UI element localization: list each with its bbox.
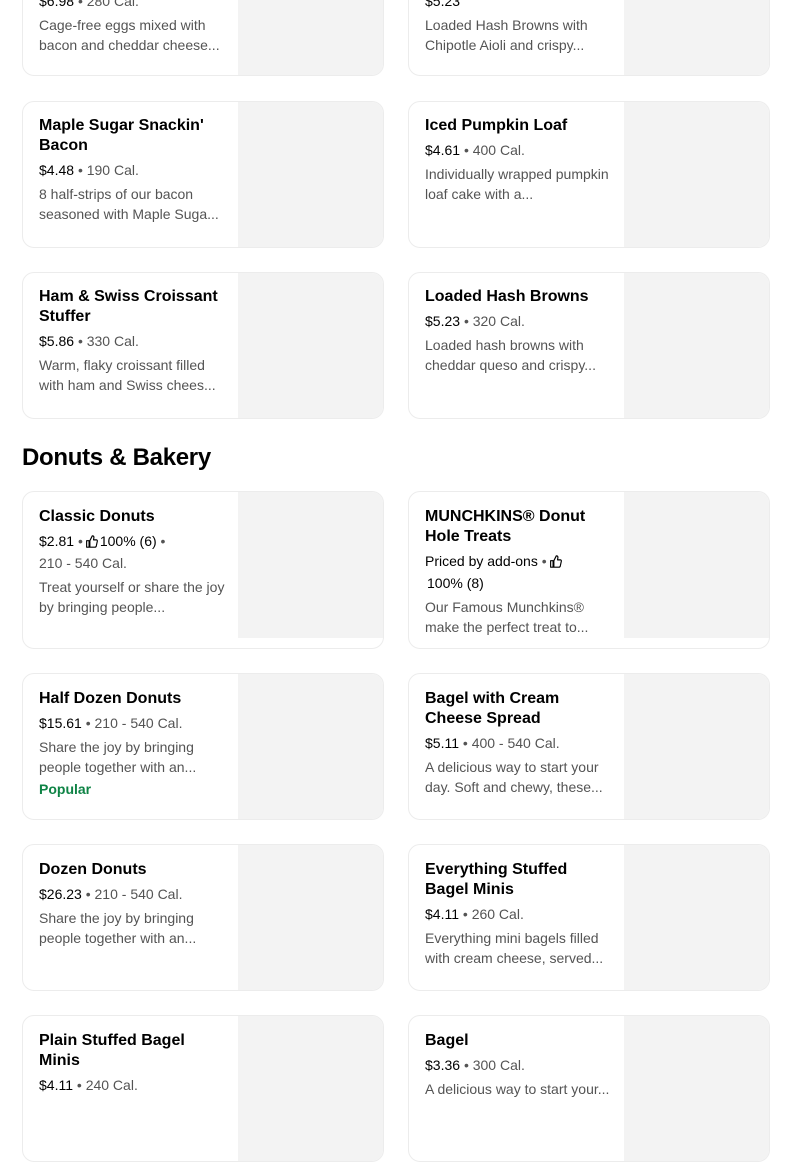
- item-calories: 210 - 540 Cal.: [94, 715, 183, 731]
- item-price: $5.23: [425, 0, 461, 9]
- item-name: Plain Stuffed Bagel Minis: [39, 1032, 185, 1069]
- item-calories: 210 - 540 Cal.: [94, 886, 183, 902]
- item-calories: 400 - 540 Cal.: [471, 735, 560, 751]
- menu-item-card[interactable]: Dozen Donuts $26.23 • 210 - 540 Cal. Sha…: [22, 844, 384, 991]
- item-meta: $3.36 • 300 Cal.: [425, 1057, 525, 1073]
- item-calories: 300 Cal.: [472, 1057, 525, 1073]
- item-image: [624, 845, 769, 990]
- item-description: Share the joy by bringing people togethe…: [39, 910, 197, 946]
- item-meta: $5.11 • 400 - 540 Cal.: [425, 735, 560, 751]
- item-rating: 100% (6): [99, 533, 157, 549]
- item-image: [624, 0, 769, 75]
- item-meta: $4.61 • 400 Cal.: [425, 142, 525, 158]
- item-name: Everything Stuffed Bagel Minis: [425, 861, 568, 898]
- item-image: [624, 492, 769, 638]
- item-price: $3.36: [425, 1057, 461, 1073]
- item-meta: $26.23 • 210 - 540 Cal.: [39, 886, 183, 902]
- item-name: Dozen Donuts: [39, 861, 147, 878]
- item-image: [624, 674, 769, 819]
- section-title: Donuts & Bakery: [22, 444, 211, 471]
- item-description: A delicious way to start your day. Soft …: [425, 759, 603, 795]
- item-description: Everything mini bagels filled with cream…: [425, 930, 604, 966]
- menu-item-card[interactable]: $5.23 Loaded Hash Browns with Chipotle A…: [408, 0, 770, 76]
- item-image: [624, 273, 769, 418]
- item-calories: 280 Cal.: [86, 0, 139, 9]
- menu-item-card[interactable]: Maple Sugar Snackin' Bacon $4.48 • 190 C…: [22, 101, 384, 248]
- item-price: $26.23: [39, 886, 82, 902]
- item-price: Priced by add-ons: [425, 553, 538, 569]
- item-name: Bagel with Cream Cheese Spread: [425, 690, 560, 727]
- item-description: A delicious way to start your...: [425, 1081, 610, 1097]
- item-image: [238, 492, 383, 638]
- item-price: $15.61: [39, 715, 82, 731]
- item-calories: 320 Cal.: [472, 313, 525, 329]
- item-calories: 260 Cal.: [471, 906, 524, 922]
- item-name: Ham & Swiss Croissant Stuffer: [39, 288, 218, 325]
- item-calories: 210 - 540 Cal.: [39, 555, 127, 571]
- item-price: $6.98: [39, 0, 75, 9]
- item-meta: Priced by add-ons • 100% (8): [425, 551, 611, 593]
- item-meta: $5.23: [425, 0, 611, 11]
- item-image: [238, 102, 383, 247]
- menu-item-card[interactable]: Half Dozen Donuts $15.61 • 210 - 540 Cal…: [22, 673, 384, 820]
- item-calories: 240 Cal.: [85, 1077, 138, 1093]
- menu-item-card[interactable]: Loaded Hash Browns $5.23 • 320 Cal. Load…: [408, 272, 770, 419]
- item-calories: 330 Cal.: [86, 333, 139, 349]
- item-price: $4.61: [425, 142, 461, 158]
- item-price: $4.48: [39, 162, 75, 178]
- item-meta: $6.98 • 280 Cal.: [39, 0, 225, 11]
- item-description: Share the joy by bringing people togethe…: [39, 739, 197, 775]
- item-price: $5.23: [425, 313, 461, 329]
- item-price: $5.86: [39, 333, 75, 349]
- item-image: [238, 674, 383, 819]
- menu-item-card[interactable]: Bagel with Cream Cheese Spread $5.11 • 4…: [408, 673, 770, 820]
- item-rating: 100% (8): [427, 575, 484, 591]
- item-description: Loaded Hash Browns with Chipotle Aioli a…: [425, 17, 588, 53]
- item-description: Loaded hash browns with cheddar queso an…: [425, 337, 596, 373]
- item-meta: $4.48 • 190 Cal.: [39, 162, 139, 178]
- item-meta: $5.23 • 320 Cal.: [425, 313, 525, 329]
- item-name: Iced Pumpkin Loaf: [425, 117, 568, 134]
- item-meta: $5.86 • 330 Cal.: [39, 333, 139, 349]
- item-image: [238, 273, 383, 418]
- item-image: [238, 1016, 383, 1161]
- item-price: $2.81: [39, 533, 75, 549]
- menu-item-card[interactable]: $6.98 • 280 Cal. Cage-free eggs mixed wi…: [22, 0, 384, 76]
- item-meta: $2.81 • 100% (6) • 210 - 540 Cal.: [39, 533, 166, 571]
- item-description: Cage-free eggs mixed with bacon and ched…: [39, 17, 220, 53]
- item-image: [624, 102, 769, 247]
- thumbs-up-icon: [549, 553, 562, 573]
- item-name: Loaded Hash Browns: [425, 288, 589, 305]
- item-calories: 190 Cal.: [86, 162, 139, 178]
- item-meta: $4.11 • 260 Cal.: [425, 906, 524, 922]
- item-name: Maple Sugar Snackin' Bacon: [39, 117, 204, 154]
- menu-item-card[interactable]: MUNCHKINS® Donut Hole Treats Priced by a…: [408, 491, 770, 649]
- item-price: $4.11: [425, 906, 459, 922]
- item-image: [238, 845, 383, 990]
- item-description: Our Famous Munchkins® make the perfect t…: [425, 599, 589, 635]
- item-price: $4.11: [39, 1077, 73, 1093]
- item-description: Warm, flaky croissant filled with ham an…: [39, 357, 216, 393]
- item-meta: $15.61 • 210 - 540 Cal.: [39, 715, 183, 731]
- item-description: 8 half-strips of our bacon seasoned with…: [39, 186, 219, 222]
- menu-item-card[interactable]: Bagel $3.36 • 300 Cal. A delicious way t…: [408, 1015, 770, 1162]
- menu-item-card[interactable]: Iced Pumpkin Loaf $4.61 • 400 Cal. Indiv…: [408, 101, 770, 248]
- item-image: [624, 1016, 769, 1161]
- item-description: Individually wrapped pumpkin loaf cake w…: [425, 166, 609, 202]
- item-name: Classic Donuts: [39, 508, 155, 525]
- menu-item-card[interactable]: Plain Stuffed Bagel Minis $4.11 • 240 Ca…: [22, 1015, 384, 1162]
- thumbs-up-icon: [85, 533, 98, 553]
- menu-item-card[interactable]: Everything Stuffed Bagel Minis $4.11 • 2…: [408, 844, 770, 991]
- popular-badge: Popular: [39, 781, 92, 797]
- item-image: [238, 0, 383, 75]
- item-calories: 400 Cal.: [472, 142, 525, 158]
- item-name: Half Dozen Donuts: [39, 690, 182, 707]
- item-price: $5.11: [425, 735, 459, 751]
- item-name: MUNCHKINS® Donut Hole Treats: [425, 508, 586, 545]
- menu-item-card[interactable]: Classic Donuts $2.81 • 100% (6) • 210 - 5…: [22, 491, 384, 649]
- item-meta: $4.11 • 240 Cal.: [39, 1077, 138, 1093]
- menu-item-card[interactable]: Ham & Swiss Croissant Stuffer $5.86 • 33…: [22, 272, 384, 419]
- item-description: Treat yourself or share the joy by bring…: [39, 579, 225, 615]
- item-name: Bagel: [425, 1032, 469, 1049]
